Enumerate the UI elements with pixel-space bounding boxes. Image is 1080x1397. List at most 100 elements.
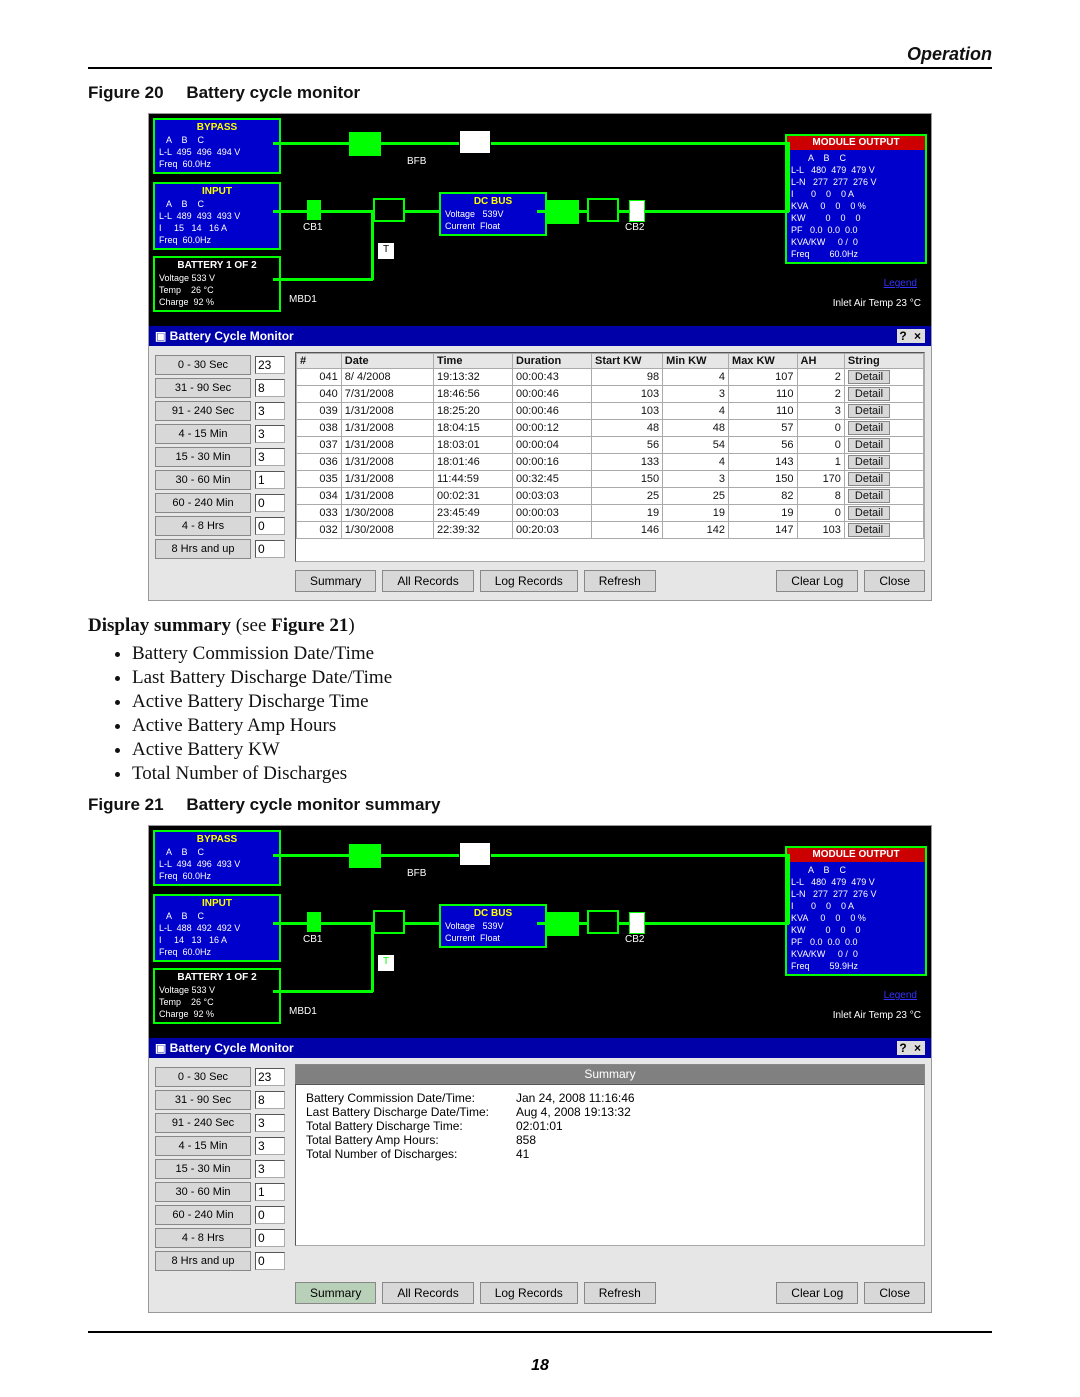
detail-button[interactable]: Detail [848, 370, 890, 384]
cb1-label: CB1 [303, 222, 322, 233]
detail-button[interactable]: Detail [848, 421, 890, 435]
bin-4-8h[interactable]: 4 - 8 Hrs [155, 516, 251, 536]
summary-button[interactable]: Summary [295, 570, 376, 592]
figure20-caption: Figure 20 Battery cycle monitor [88, 83, 992, 103]
summary-button-2[interactable]: Summary [295, 1282, 376, 1304]
detail-button[interactable]: Detail [848, 438, 890, 452]
summary-row: Total Battery Amp Hours:858 [306, 1133, 914, 1147]
bin-31-90[interactable]: 31 - 90 Sec [155, 378, 251, 398]
table-row: 0391/31/200818:25:2000:00:4610341103Deta… [297, 403, 924, 420]
summary-row: Last Battery Discharge Date/Time:Aug 4, … [306, 1105, 914, 1119]
input-panel-2: INPUT A B C L-L 488 492 492 V I 14 13 16… [153, 894, 281, 962]
legend-link[interactable]: Legend [884, 278, 917, 289]
table-row: 0331/30/200823:45:4900:00:031919190Detai… [297, 505, 924, 522]
table-row: 0407/31/200818:46:5600:00:4610331102Deta… [297, 386, 924, 403]
figure21-caption: Figure 21 Battery cycle monitor summary [88, 795, 992, 815]
bypass-panel-2: BYPASS A B C L-L 494 496 493 V Freq 60.0… [153, 830, 281, 886]
bin-60-240m[interactable]: 60 - 240 Min [155, 493, 251, 513]
table-row: 0371/31/200818:03:0100:00:045654560Detai… [297, 437, 924, 454]
close-button-2[interactable]: Close [864, 1282, 925, 1304]
line [273, 278, 373, 281]
mimic-diagram-2: BYPASS A B C L-L 494 496 493 V Freq 60.0… [149, 826, 931, 1038]
table-row: 0341/31/200800:02:3100:03:032525828Detai… [297, 488, 924, 505]
bcm-title: Battery Cycle Monitor [170, 329, 294, 343]
refresh-button[interactable]: Refresh [584, 570, 656, 592]
detail-button[interactable]: Detail [848, 489, 890, 503]
bcm-titlebar-2: ▣ Battery Cycle Monitor ? × [149, 1038, 931, 1058]
bcm-titlebar: ▣ Battery Cycle Monitor ? × [149, 326, 931, 346]
summary-row: Battery Commission Date/Time:Jan 24, 200… [306, 1091, 914, 1105]
all-records-button[interactable]: All Records [382, 570, 473, 592]
bin-list-2: 0 - 30 Sec23 31 - 90 Sec8 91 - 240 Sec3 … [155, 1064, 285, 1274]
module-output-panel-2: MODULE OUTPUT A B C L-L 480 479 479 V L-… [785, 846, 927, 976]
mimic-diagram: BYPASS A B C L-L 495 496 494 V Freq 60.0… [149, 114, 931, 326]
screenshot-battery-cycle-monitor: BYPASS A B C L-L 495 496 494 V Freq 60.0… [148, 113, 932, 601]
log-records-button-2[interactable]: Log Records [480, 1282, 578, 1304]
t-switch: T [377, 242, 395, 260]
detail-button[interactable]: Detail [848, 387, 890, 401]
detail-button[interactable]: Detail [848, 404, 890, 418]
inverter-device [547, 200, 579, 224]
clear-log-button-2[interactable]: Clear Log [776, 1282, 858, 1304]
refresh-button-2[interactable]: Refresh [584, 1282, 656, 1304]
window-controls-2[interactable]: ? × [897, 1041, 925, 1055]
inverter2-icon [587, 198, 619, 222]
bin-91-240[interactable]: 91 - 240 Sec [155, 401, 251, 421]
bin-30-60m[interactable]: 30 - 60 Min [155, 470, 251, 490]
table-row: 0351/31/200811:44:5900:32:451503150170De… [297, 471, 924, 488]
cb1-device [307, 200, 321, 220]
bin-list: 0 - 30 Sec23 31 - 90 Sec8 91 - 240 Sec3 … [155, 352, 285, 562]
summary-body: Battery Commission Date/Time:Jan 24, 200… [295, 1084, 925, 1246]
window-controls[interactable]: ? × [897, 329, 925, 343]
table-row: 0418/ 4/200819:13:3200:00:439841072Detai… [297, 369, 924, 386]
clear-log-button[interactable]: Clear Log [776, 570, 858, 592]
detail-button[interactable]: Detail [848, 523, 890, 537]
figure20-title: Battery cycle monitor [186, 83, 360, 102]
mbd1-label: MBD1 [289, 294, 317, 305]
page-number: 18 [0, 1357, 1080, 1375]
list-item: Battery Commission Date/Time [132, 643, 992, 665]
list-item: Active Battery Discharge Time [132, 691, 992, 713]
input-title: INPUT [159, 186, 275, 198]
bin-4-15m[interactable]: 4 - 15 Min [155, 424, 251, 444]
figure20-no: Figure 20 [88, 83, 164, 102]
detail-button[interactable]: Detail [848, 506, 890, 520]
section-header: Operation [88, 44, 992, 65]
legend-link-2[interactable]: Legend [884, 990, 917, 1001]
summary-header: Summary [295, 1064, 925, 1084]
list-item: Last Battery Discharge Date/Time [132, 667, 992, 689]
list-item: Total Number of Discharges [132, 763, 992, 785]
module-output-panel: MODULE OUTPUT A B C L-L 480 479 479 V L-… [785, 134, 927, 264]
bin-8h-up[interactable]: 8 Hrs and up [155, 539, 251, 559]
line [787, 142, 790, 212]
table-row: 0321/30/200822:39:3200:20:03146142147103… [297, 522, 924, 539]
log-records-button[interactable]: Log Records [480, 570, 578, 592]
records-table: #DateTimeDurationStart KWMin KWMax KWAHS… [295, 352, 925, 562]
list-item: Active Battery KW [132, 739, 992, 761]
detail-button[interactable]: Detail [848, 455, 890, 469]
inverter-icon [459, 130, 491, 154]
list-item: Active Battery Amp Hours [132, 715, 992, 737]
dcbus-panel-2: DC BUS Voltage 539V Current Float [439, 904, 547, 948]
screenshot-battery-cycle-summary: BYPASS A B C L-L 494 496 493 V Freq 60.0… [148, 825, 932, 1313]
bin-0-30-count: 23 [255, 356, 285, 374]
bcm-body: 0 - 30 Sec23 31 - 90 Sec8 91 - 240 Sec3 … [149, 346, 931, 600]
table-header-row: #DateTimeDurationStart KWMin KWMax KWAHS… [297, 354, 924, 369]
rectifier-icon [373, 198, 405, 222]
summary-row: Total Battery Discharge Time:02:01:01 [306, 1119, 914, 1133]
bin-15-30m[interactable]: 15 - 30 Min [155, 447, 251, 467]
bypass-panel: BYPASS A B C L-L 495 496 494 V Freq 60.0… [153, 118, 281, 174]
line [273, 210, 439, 213]
inlet-temp-2: Inlet Air Temp 23 °C [833, 1010, 921, 1021]
close-button[interactable]: Close [864, 570, 925, 592]
bfb-label: BFB [407, 156, 426, 167]
detail-button[interactable]: Detail [848, 472, 890, 486]
summary-panel: Summary Battery Commission Date/Time:Jan… [295, 1064, 925, 1274]
input-panel: INPUT A B C L-L 489 493 493 V I 15 14 16… [153, 182, 281, 250]
divider [88, 67, 992, 69]
all-records-button-2[interactable]: All Records [382, 1282, 473, 1304]
bin-0-30[interactable]: 0 - 30 Sec [155, 355, 251, 375]
button-row: Summary All Records Log Records Refresh … [295, 570, 925, 592]
figure21-title: Battery cycle monitor summary [186, 795, 440, 814]
battery-panel-2: BATTERY 1 OF 2 Voltage 533 V Temp 26 °C … [153, 968, 281, 1024]
